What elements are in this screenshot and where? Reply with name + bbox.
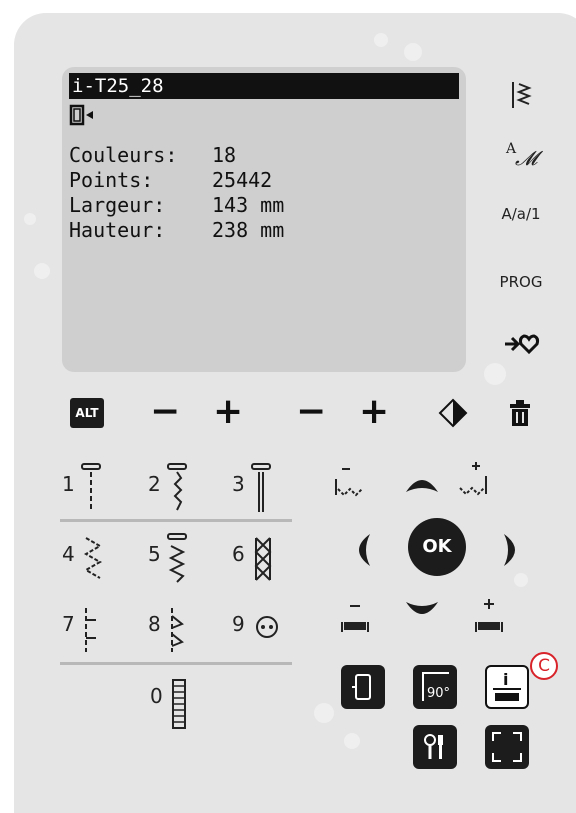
- font-button[interactable]: A 𝓜: [494, 138, 548, 172]
- blind-hem-stitch-icon: [85, 608, 96, 652]
- lcd-screen: i-T25_28 Couleurs: 18 Points: 25442 Larg…: [62, 67, 466, 372]
- stitch-1-button[interactable]: 1: [62, 460, 122, 520]
- stitch-0-button[interactable]: 0: [150, 672, 210, 732]
- nav-up-button[interactable]: [402, 470, 442, 500]
- settings-tools-icon: [424, 734, 443, 759]
- fullscreen-button[interactable]: [485, 725, 529, 769]
- decor-dot: [374, 33, 388, 47]
- stitch-length-minus-button[interactable]: −: [150, 394, 180, 430]
- info-value: 18: [212, 143, 237, 167]
- arrow-left-icon: [359, 534, 370, 566]
- info-label: Hauteur:: [69, 218, 166, 242]
- contrast-icon: [438, 398, 468, 428]
- rotate-90-icon: 90°: [422, 672, 450, 701]
- info-label: Largeur:: [69, 193, 166, 217]
- triple-stitch-icon: [251, 463, 271, 512]
- hoop-icon: [352, 674, 371, 700]
- stitch-9-button[interactable]: 9: [232, 600, 292, 660]
- arrow-up-icon: [406, 480, 438, 492]
- presser-minus-button[interactable]: [340, 600, 380, 644]
- design-file-icon: [69, 103, 97, 131]
- decor-dot: [24, 213, 36, 225]
- info-value: 143 mm: [212, 193, 285, 217]
- ok-button[interactable]: OK: [408, 518, 466, 576]
- svg-text:i: i: [503, 670, 508, 689]
- zigzag-stitch-icon: [83, 537, 103, 579]
- button-sew-icon: [256, 616, 278, 638]
- decor-dot: [484, 363, 506, 385]
- stitch-7-button[interactable]: 7: [62, 600, 122, 660]
- stitch-number: 2: [148, 472, 161, 496]
- mirror-stitch-icon: [512, 82, 532, 108]
- stitch-number: 0: [150, 684, 163, 708]
- decor-dot: [404, 43, 422, 61]
- grid-divider: [60, 519, 292, 522]
- stitch-width-plus-button[interactable]: +: [359, 394, 389, 430]
- info-presser-button[interactable]: i: [485, 665, 529, 709]
- buttonhole-icon: [172, 679, 186, 729]
- position-right-plus-button[interactable]: [452, 462, 492, 506]
- decor-dot: [314, 703, 334, 723]
- presser-plus-button[interactable]: [474, 598, 514, 642]
- settings-button[interactable]: [413, 725, 457, 769]
- presser-minus-icon: [341, 605, 369, 632]
- case-toggle-button[interactable]: A/a/1: [494, 205, 548, 223]
- stitch-number: 4: [62, 542, 75, 566]
- svg-text:90°: 90°: [427, 686, 450, 701]
- arrow-right-icon: [504, 534, 515, 566]
- nav-down-button[interactable]: [402, 598, 442, 628]
- arrow-heart-icon: [505, 334, 540, 355]
- position-left-minus-button[interactable]: [330, 465, 370, 509]
- needle-right-icon: [459, 462, 487, 496]
- info-value: 238 mm: [212, 218, 285, 242]
- hoop-button[interactable]: [341, 665, 385, 709]
- contrast-button[interactable]: [438, 398, 468, 432]
- presser-plus-icon: [475, 599, 503, 632]
- fullscreen-icon: [492, 732, 522, 762]
- alt-button[interactable]: ALT: [70, 398, 104, 428]
- info-presser-icon: i: [493, 670, 521, 701]
- decor-dot: [34, 263, 50, 279]
- decor-dot: [344, 733, 360, 749]
- delete-button[interactable]: [508, 398, 532, 432]
- nav-left-button[interactable]: [350, 530, 374, 574]
- stitch-number: 6: [232, 542, 245, 566]
- stitch-5-button[interactable]: 5: [148, 530, 208, 590]
- prog-button[interactable]: PROG: [494, 273, 548, 291]
- stitch-3-button[interactable]: 3: [232, 460, 292, 520]
- decor-dot: [514, 573, 528, 587]
- rotate-90-button[interactable]: 90°: [413, 665, 457, 709]
- overlock-stitch-icon: [254, 537, 272, 581]
- info-label: Points:: [69, 168, 154, 192]
- callout-badge: C: [530, 652, 558, 680]
- favorite-button[interactable]: [494, 330, 548, 360]
- nav-right-button[interactable]: [500, 530, 524, 574]
- stitch-number: 1: [62, 472, 75, 496]
- stitch-length-plus-button[interactable]: +: [213, 394, 243, 430]
- svg-text:𝓜: 𝓜: [515, 146, 544, 170]
- stitch-number: 3: [232, 472, 245, 496]
- stitch-number: 8: [148, 612, 161, 636]
- stitch-4-button[interactable]: 4: [62, 530, 122, 590]
- stitch-6-button[interactable]: 6: [232, 530, 292, 590]
- stitch-width-minus-button[interactable]: −: [296, 394, 326, 430]
- info-value: 25442: [212, 168, 273, 192]
- needle-left-icon: [335, 468, 363, 497]
- stitch-8-button[interactable]: 8: [148, 600, 208, 660]
- mirror-stitch-button[interactable]: [494, 80, 548, 114]
- stitch-number: 7: [62, 612, 75, 636]
- font-icon: A 𝓜: [505, 141, 544, 170]
- stitch-number: 9: [232, 612, 245, 636]
- grid-divider: [60, 662, 292, 665]
- straight-stitch-icon: [81, 463, 101, 512]
- trash-icon: [510, 400, 530, 426]
- stretch-stitch-icon: [167, 463, 187, 511]
- arrow-down-icon: [406, 602, 438, 614]
- info-label: Couleurs:: [69, 143, 178, 167]
- multistep-zigzag-icon: [167, 533, 187, 583]
- elastic-blind-stitch-icon: [171, 608, 184, 652]
- stitch-2-button[interactable]: 2: [148, 460, 208, 520]
- stitch-number: 5: [148, 542, 161, 566]
- design-title: i-T25_28: [69, 73, 459, 99]
